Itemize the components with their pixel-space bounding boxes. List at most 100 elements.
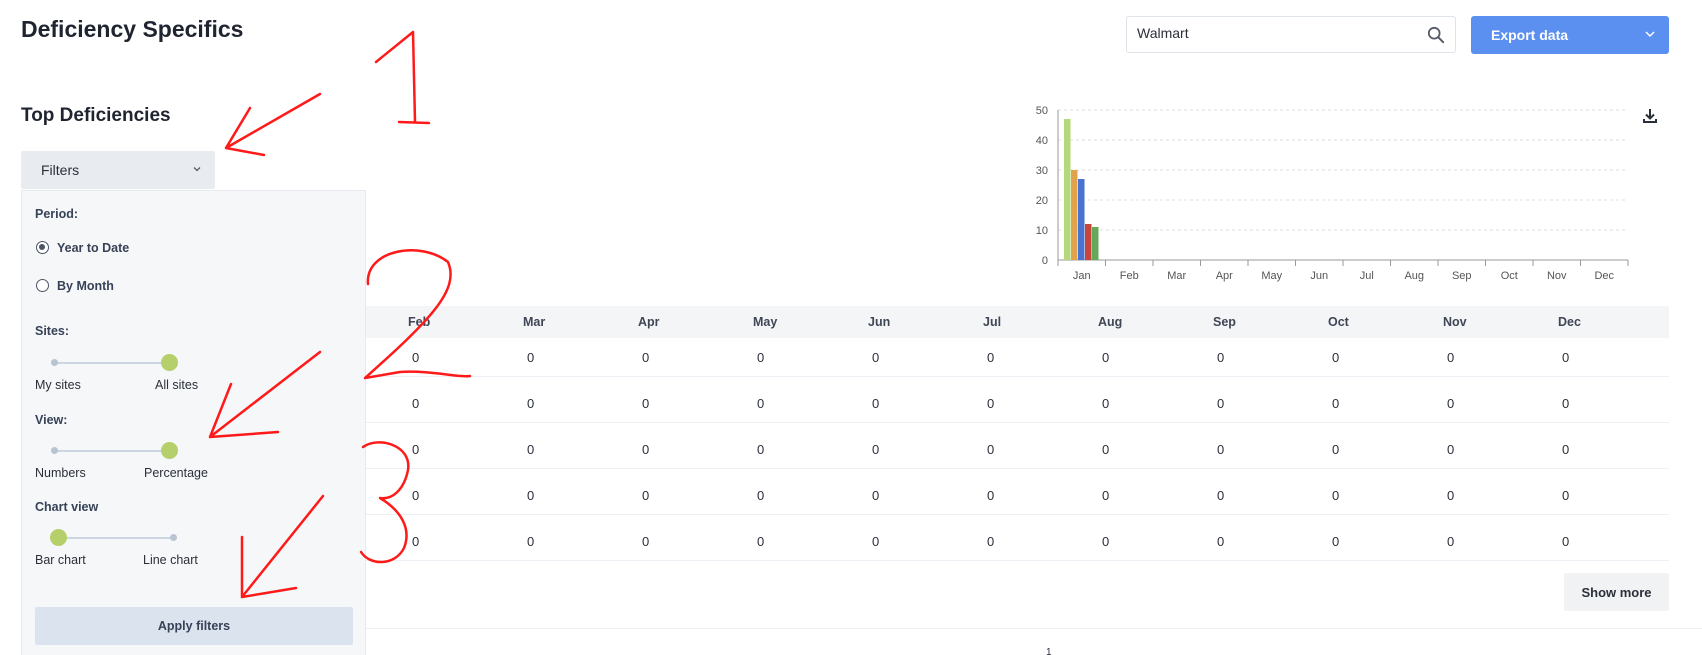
bar-chart: 0 10 20 30 40 50 Jan Feb Mar Apr May Jun Jul Aug Sep Oc… (1036, 105, 1629, 282)
table-cell: 0 (987, 396, 995, 411)
apply-filters-button[interactable]: Apply filters (35, 607, 353, 645)
export-data-label: Export data (1491, 27, 1569, 43)
period-option-label: Year to Date (57, 241, 130, 255)
chevron-down-icon (193, 167, 201, 172)
table-cell: 0 (1332, 442, 1340, 457)
table-cell: 0 (757, 442, 765, 457)
chart-view-option-bar: Bar chart (35, 553, 86, 567)
y-tick-label: 30 (1036, 165, 1048, 177)
period-label: Period: (35, 207, 79, 221)
filters-dropdown-button[interactable]: Filters (21, 151, 215, 189)
search-input[interactable] (1137, 25, 1417, 41)
table-cell: 0 (1102, 396, 1110, 411)
view-option-numbers: Numbers (35, 466, 86, 480)
x-tick-label: Dec (1594, 270, 1614, 282)
table-cell: 0 (872, 534, 880, 549)
x-tick-label: Sep (1452, 270, 1472, 282)
bar (1064, 119, 1071, 260)
radio-year-to-date[interactable] (36, 241, 49, 254)
table-cell: 0 (527, 442, 535, 457)
table-cell: 0 (1447, 534, 1455, 549)
row-divider (366, 422, 1669, 423)
table-cell: 0 (1217, 442, 1225, 457)
table-cell: 0 (412, 442, 420, 457)
period-option-label: By Month (57, 279, 114, 293)
table-cell: 0 (527, 350, 535, 365)
slider-knob[interactable] (161, 354, 178, 371)
table-cell: 0 (1332, 396, 1340, 411)
table-cell: 0 (872, 396, 880, 411)
table-cell: 0 (642, 534, 650, 549)
annotation-digit-1 (374, 30, 431, 125)
search-icon[interactable] (1427, 26, 1445, 44)
column-header: Dec (1558, 315, 1581, 329)
y-tick-label: 20 (1036, 195, 1048, 207)
table-cell: 0 (642, 442, 650, 457)
x-tick-label: Aug (1404, 270, 1424, 282)
view-option-percentage: Percentage (144, 466, 208, 480)
chevron-down-icon (1645, 31, 1655, 38)
view-label: View: (35, 413, 68, 427)
table-cell: 0 (757, 488, 765, 503)
slider-track[interactable] (55, 450, 175, 452)
slider-dot[interactable] (170, 534, 177, 541)
table-cell: 0 (1447, 396, 1455, 411)
column-header: Nov (1443, 315, 1467, 329)
column-header: May (753, 315, 778, 329)
table-cell: 0 (642, 488, 650, 503)
sites-option-all-sites: All sites (155, 378, 199, 392)
x-tick-label: Mar (1167, 270, 1186, 282)
x-tick-label: Feb (1120, 270, 1139, 282)
download-icon[interactable] (1641, 107, 1659, 125)
chart-view-label: Chart view (35, 500, 99, 514)
x-tick-label: Apr (1216, 270, 1233, 282)
x-tick-label: May (1261, 270, 1282, 282)
table-cell: 0 (1217, 350, 1225, 365)
table-cell: 0 (872, 488, 880, 503)
column-header: Sep (1213, 315, 1236, 329)
table-cell: 0 (527, 396, 535, 411)
slider-dot[interactable] (51, 447, 58, 454)
table-cell: 0 (987, 488, 995, 503)
table-cell: 0 (1217, 488, 1225, 503)
radio-by-month[interactable] (36, 279, 49, 292)
section-title: Top Deficiencies (21, 105, 171, 126)
bar (1085, 224, 1092, 260)
table-cell: 0 (1217, 534, 1225, 549)
table-cell: 0 (1447, 488, 1455, 503)
row-divider (366, 560, 1669, 561)
table-cell: 0 (527, 534, 535, 549)
table-cell: 0 (1562, 488, 1570, 503)
table-cell: 0 (1562, 396, 1570, 411)
slider-track[interactable] (55, 537, 175, 539)
search-box[interactable] (1126, 16, 1456, 53)
show-more-button[interactable]: Show more (1564, 573, 1669, 611)
export-data-button[interactable]: Export data (1471, 16, 1669, 54)
table-cell: 0 (412, 350, 420, 365)
table-cell: 0 (642, 350, 650, 365)
slider-track[interactable] (55, 362, 175, 364)
slider-dot[interactable] (51, 359, 58, 366)
table-cell: 0 (1217, 396, 1225, 411)
table-cell: 0 (872, 350, 880, 365)
table-cell: 0 (757, 350, 765, 365)
y-tick-label: 40 (1036, 135, 1048, 147)
table-cell: 0 (1562, 442, 1570, 457)
filters-label: Filters (41, 162, 80, 178)
y-tick-label: 0 (1042, 255, 1048, 267)
chart-view-option-line: Line chart (143, 553, 198, 567)
table-cell: 0 (1562, 350, 1570, 365)
y-tick-label: 50 (1036, 105, 1048, 117)
table-cell: 0 (1102, 350, 1110, 365)
row-divider (366, 468, 1669, 469)
table-cell: 0 (1102, 442, 1110, 457)
x-tick-label: Jan (1073, 270, 1091, 282)
bar (1071, 170, 1078, 260)
slider-knob[interactable] (161, 442, 178, 459)
table-cell: 0 (1332, 488, 1340, 503)
slider-knob[interactable] (50, 529, 67, 546)
sites-option-my-sites: My sites (35, 378, 81, 392)
y-tick-label: 10 (1036, 225, 1048, 237)
table-cell: 0 (1447, 442, 1455, 457)
table-cell: 0 (1562, 534, 1570, 549)
